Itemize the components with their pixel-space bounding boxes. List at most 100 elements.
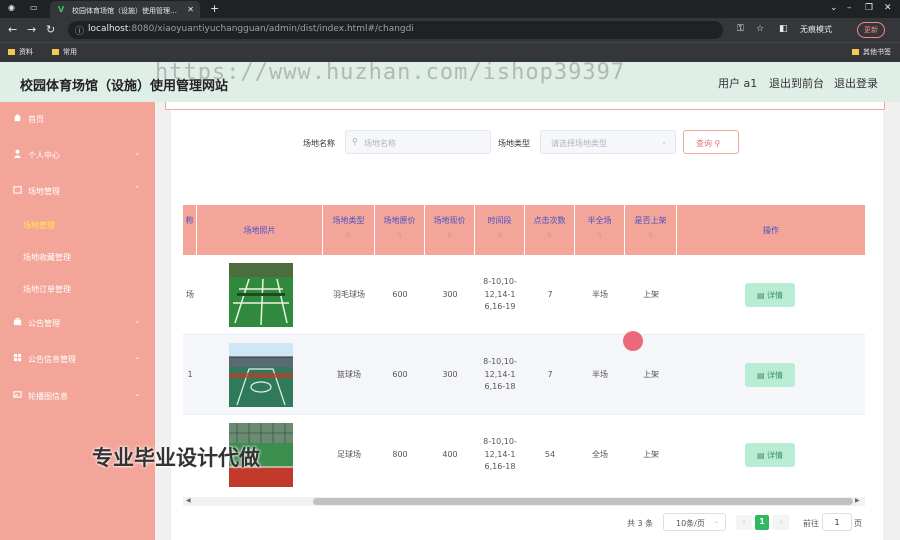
chevron-down-icon[interactable]: ⌄: [830, 3, 838, 13]
venue-type-select[interactable]: 请选择场地类型 ⌄: [540, 130, 676, 154]
column-header-label: 场地现价: [433, 216, 466, 225]
next-page-button[interactable]: ›: [773, 515, 789, 530]
page-size-select[interactable]: 10条/页 ⌄: [663, 513, 726, 531]
cell-now-price: 300: [442, 289, 458, 299]
query-label: 查询: [696, 139, 712, 148]
detail-button[interactable]: ▤ 详情: [745, 363, 795, 387]
other-bookmarks[interactable]: 其他书签: [852, 47, 891, 57]
venue-table: 称 场地照片 场地类型 ⇅ 场地原价 ⇅ 场地现价 ⇅ 时间段 ⇅ 点击次数 ⇅ 半全场 ⇅…: [183, 205, 865, 493]
close-window-icon[interactable]: ✕: [884, 3, 892, 13]
sort-icon[interactable]: ⇅: [525, 232, 574, 239]
sort-icon[interactable]: ⇅: [323, 232, 374, 239]
sort-icon[interactable]: ⇅: [475, 232, 524, 239]
sort-icon[interactable]: ⇅: [425, 232, 474, 239]
scrollbar-thumb[interactable]: [313, 498, 853, 505]
chevron-up-icon: ⌃: [134, 185, 140, 193]
user-icon: [13, 149, 22, 158]
minimize-icon[interactable]: –: [847, 3, 852, 13]
key-icon[interactable]: ⚿: [737, 24, 744, 34]
table-header: 称 场地照片 场地类型 ⇅ 场地原价 ⇅ 场地现价 ⇅ 时间段 ⇅ 点击次数 ⇅ 半全场 ⇅…: [183, 205, 865, 255]
sort-icon[interactable]: ⇅: [375, 232, 424, 239]
new-tab-icon[interactable]: +: [210, 2, 219, 15]
back-front-link[interactable]: 退出到前台: [769, 75, 824, 91]
column-header-name[interactable]: 称: [183, 205, 197, 255]
cell-time: 8-10,10- 12,14-1 6,16-18: [483, 356, 517, 392]
cell-half: 全场: [592, 449, 608, 459]
column-header-time[interactable]: 时间段 ⇅: [475, 205, 525, 255]
browser-menu-icon[interactable]: ◉: [8, 3, 15, 12]
url-input[interactable]: ⓘ localhost:8080/xiaoyuantiyuchangguan/a…: [68, 21, 723, 39]
column-header-label: 时间段: [487, 216, 512, 225]
column-header-now-price[interactable]: 场地现价 ⇅: [425, 205, 475, 255]
column-header-label: 场地类型: [332, 216, 365, 225]
sidebar-item-label: 场地管理: [28, 187, 60, 196]
scroll-left-icon[interactable]: ◀: [186, 497, 191, 504]
sidebar-item-venue[interactable]: 场地管理 ⌃: [0, 176, 155, 206]
restore-icon[interactable]: ❐: [865, 3, 873, 13]
browser-tab[interactable]: V 校园体育场馆（设施）使用管理… ✕: [50, 1, 200, 18]
sidebar-item-profile[interactable]: 个人中心 ⌄: [0, 140, 155, 170]
sidebar-toggle-icon[interactable]: ◧: [779, 24, 788, 34]
cell-shelf: 上架: [643, 289, 659, 299]
horizontal-scrollbar[interactable]: ◀ ▶: [183, 497, 865, 506]
venue-photo-badminton[interactable]: [229, 263, 293, 327]
detail-button[interactable]: ▤ 详情: [745, 443, 795, 467]
cell-clicks: 54: [544, 449, 556, 459]
column-header-photo[interactable]: 场地照片: [197, 205, 323, 255]
sidebar-item-label: 首页: [28, 115, 44, 124]
cell-name: 场: [186, 289, 194, 299]
cell-half: 半场: [592, 369, 608, 379]
back-icon[interactable]: ←: [8, 23, 17, 36]
detail-button[interactable]: ▤ 详情: [745, 283, 795, 307]
grid-icon: [13, 353, 22, 362]
sidebar-subitem-venue-favorites[interactable]: 场地收藏管理: [0, 242, 155, 270]
logout-link[interactable]: 退出登录: [834, 75, 878, 91]
cell-clicks: 7: [547, 369, 553, 379]
sidebar-item-notice[interactable]: 公告管理 ⌄: [0, 308, 155, 338]
column-header-label: 场地原价: [383, 216, 416, 225]
query-button[interactable]: 查询 ⚲: [683, 130, 739, 154]
sidebar-item-home[interactable]: 首页: [0, 104, 155, 134]
reload-icon[interactable]: ↻: [46, 23, 55, 36]
detail-label: 详情: [767, 371, 784, 380]
cell-now-price: 300: [442, 369, 458, 379]
star-icon[interactable]: ☆: [756, 24, 764, 34]
sidebar-item-carousel[interactable]: 轮播图信息 ⌄: [0, 381, 155, 411]
venue-name-input[interactable]: ⚲ 场地名称: [345, 130, 491, 154]
folder-icon: [852, 49, 859, 55]
favicon-icon: V: [58, 5, 65, 14]
column-header-clicks[interactable]: 点击次数 ⇅: [525, 205, 575, 255]
folder-icon: [13, 186, 22, 194]
scroll-right-icon[interactable]: ▶: [855, 497, 860, 504]
window-icon[interactable]: ▭: [30, 3, 38, 12]
venue-photo-basketball[interactable]: [229, 343, 293, 407]
goto-label: 前往: [803, 519, 819, 528]
bookmark-folder[interactable]: 资料: [8, 47, 33, 57]
update-button[interactable]: 更新: [857, 22, 885, 38]
pagination-total: 共 3 条: [627, 519, 654, 528]
sidebar-item-notice-info[interactable]: 公告信息管理 ⌄: [0, 344, 155, 374]
top-decoration: [165, 102, 885, 110]
forward-icon[interactable]: →: [27, 23, 36, 36]
info-icon: ⓘ: [75, 27, 85, 37]
column-header-orig-price[interactable]: 场地原价 ⇅: [375, 205, 425, 255]
cell-type: 篮球场: [337, 369, 361, 379]
column-header-label: 半全场: [587, 216, 612, 225]
bookmark-folder[interactable]: 常用: [52, 47, 77, 57]
column-header-shelf[interactable]: 是否上架 ⇅: [625, 205, 677, 255]
sidebar-subitem-venue-manage[interactable]: 场地管理: [0, 210, 155, 238]
goto-page-input[interactable]: 1: [822, 513, 852, 531]
sidebar-item-label: 公告信息管理: [28, 355, 76, 364]
bookmark-label: 其他书签: [863, 48, 891, 56]
sort-icon[interactable]: ⇅: [575, 232, 624, 239]
column-header-half[interactable]: 半全场 ⇅: [575, 205, 625, 255]
prev-page-button[interactable]: ‹: [736, 515, 752, 530]
sort-icon[interactable]: ⇅: [625, 232, 676, 239]
venue-type-label: 场地类型: [498, 139, 530, 148]
address-bar: ← → ↻ ⓘ localhost:8080/xiaoyuantiyuchang…: [0, 18, 900, 42]
venue-name-label: 场地名称: [303, 139, 335, 148]
column-header-type[interactable]: 场地类型 ⇅: [323, 205, 375, 255]
page-number-current[interactable]: 1: [755, 515, 769, 530]
sidebar-subitem-venue-orders[interactable]: 场地订单管理: [0, 274, 155, 302]
close-tab-icon[interactable]: ✕: [187, 5, 194, 14]
